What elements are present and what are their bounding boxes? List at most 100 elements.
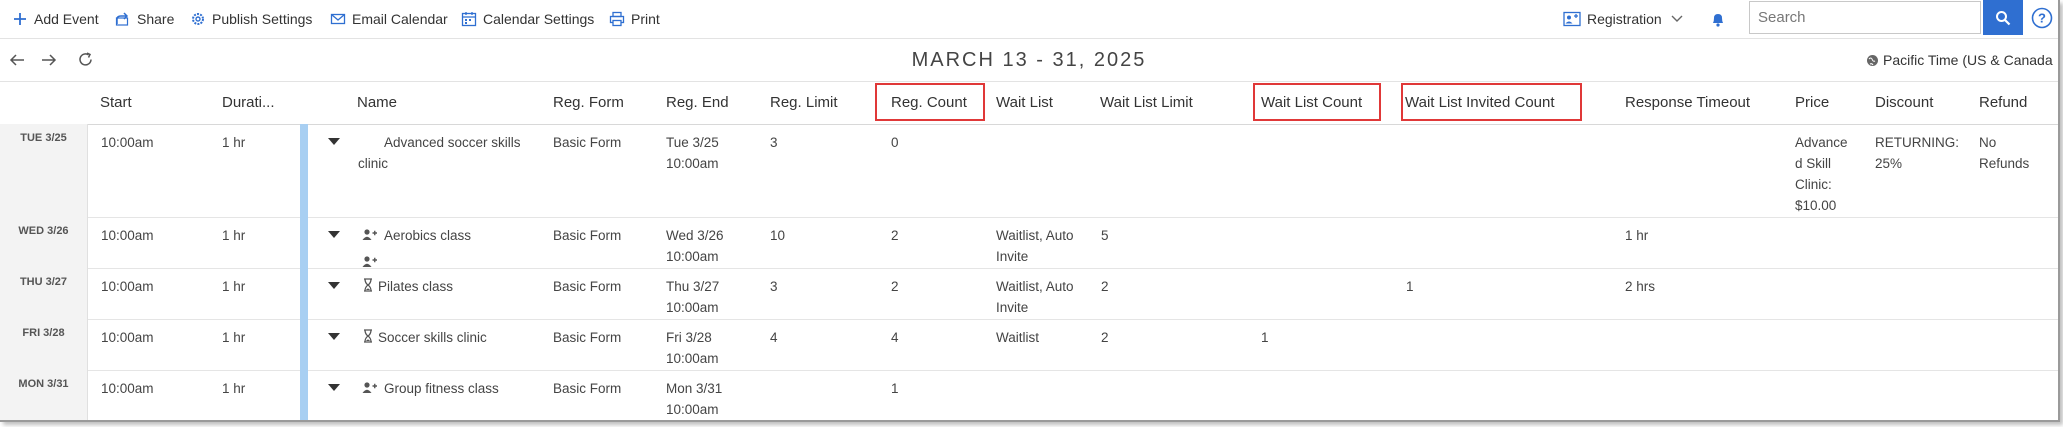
table-row[interactable]: WED 3/26 10:00am 1 hr Aerobics class Bas… xyxy=(0,217,2058,269)
col-discount[interactable]: Discount xyxy=(1875,82,1933,124)
reg-limit: 4 xyxy=(770,330,778,345)
wait-list-invited-count: 1 xyxy=(1406,279,1414,294)
col-reg-form[interactable]: Reg. Form xyxy=(553,82,624,124)
plus-icon xyxy=(14,13,26,25)
wait-list-count: 1 xyxy=(1261,330,1269,345)
calendar-settings-button[interactable]: Calendar Settings xyxy=(461,9,594,29)
wait-list-limit: 2 xyxy=(1101,330,1109,345)
printer-icon xyxy=(609,11,625,27)
bell-icon xyxy=(1713,14,1723,27)
start-time: 10:00am xyxy=(101,135,154,150)
start-time: 10:00am xyxy=(101,228,154,243)
reg-form: Basic Form xyxy=(553,330,622,345)
col-reg-end[interactable]: Reg. End xyxy=(666,82,729,124)
row-date: TUE 3/25 xyxy=(0,124,88,217)
highlight-wait-list-count xyxy=(1253,83,1381,121)
event-name[interactable]: Soccer skills clinic xyxy=(378,327,487,348)
print-button[interactable]: Print xyxy=(609,9,660,29)
col-refund[interactable]: Refund xyxy=(1979,82,2027,124)
search-input[interactable]: Search xyxy=(1749,1,1981,34)
start-time: 10:00am xyxy=(101,381,154,396)
person-add-icon xyxy=(362,229,377,240)
envelope-icon xyxy=(330,13,346,25)
reg-end-time: 10:00am xyxy=(666,156,719,171)
expand-caret-icon[interactable] xyxy=(328,384,340,391)
col-duration[interactable]: Durati... xyxy=(222,82,275,124)
event-name[interactable]: Advanced soccer skills xyxy=(384,132,521,153)
timezone-selector[interactable]: Pacific Time (US & Canada xyxy=(1866,52,2053,68)
response-timeout: 2 hrs xyxy=(1625,279,1656,294)
date-navigation-bar: MARCH 13 - 31, 2025 Pacific Time (US & C… xyxy=(0,39,2058,82)
toolbar: Add Event Share Publish Settings Email C… xyxy=(0,0,2058,39)
reg-end-time: 10:00am xyxy=(666,402,719,417)
registration-dropdown[interactable]: Registration xyxy=(1563,9,1690,29)
event-color-bar xyxy=(300,217,308,268)
table-row[interactable]: THU 3/27 10:00am 1 hr Pilates class Basi… xyxy=(0,268,2058,320)
search-icon xyxy=(1996,10,2011,25)
chevron-down-icon xyxy=(1671,15,1683,22)
share-label: Share xyxy=(137,11,175,27)
wait-list-limit: 5 xyxy=(1101,228,1109,243)
table-row[interactable]: FRI 3/28 10:00am 1 hr Soccer skills clin… xyxy=(0,319,2058,371)
col-wait-list-limit[interactable]: Wait List Limit xyxy=(1100,82,1193,124)
row-date: WED 3/26 xyxy=(0,217,88,268)
start-time: 10:00am xyxy=(101,330,154,345)
table-row[interactable]: MON 3/31 10:00am 1 hr Group fitness clas… xyxy=(0,370,2058,420)
reg-count: 1 xyxy=(891,381,899,396)
reg-form: Basic Form xyxy=(553,135,622,150)
calendar-settings-label: Calendar Settings xyxy=(483,11,595,27)
event-name[interactable]: Pilates class xyxy=(378,276,453,297)
wait-list-cont: Invite xyxy=(996,249,1029,264)
table-row[interactable]: TUE 3/25 10:00am 1 hr Advanced soccer sk… xyxy=(0,124,2058,267)
timezone-label: Pacific Time (US & Canada xyxy=(1883,52,2053,68)
reg-count: 4 xyxy=(891,330,899,345)
row-date: MON 3/31 xyxy=(0,370,88,420)
response-timeout: 1 hr xyxy=(1625,228,1649,243)
event-color-bar xyxy=(300,319,308,370)
expand-caret-icon[interactable] xyxy=(328,333,340,340)
event-name[interactable]: Aerobics class xyxy=(384,225,471,246)
reg-end-time: 10:00am xyxy=(666,300,719,315)
reg-limit: 3 xyxy=(770,279,778,294)
wait-list: Waitlist, Auto xyxy=(996,228,1074,243)
reg-count: 2 xyxy=(891,279,899,294)
expand-caret-icon[interactable] xyxy=(328,138,340,145)
share-button[interactable]: Share xyxy=(115,9,174,29)
gear-icon xyxy=(192,13,204,25)
reg-count: 0 xyxy=(891,135,899,150)
duration: 1 hr xyxy=(222,279,246,294)
duration: 1 hr xyxy=(222,135,246,150)
col-response-timeout[interactable]: Response Timeout xyxy=(1625,82,1750,124)
notifications-button[interactable] xyxy=(1711,9,1731,29)
reg-end-date: Wed 3/26 xyxy=(666,228,724,243)
expand-caret-icon[interactable] xyxy=(328,282,340,289)
row-date: THU 3/27 xyxy=(0,268,88,319)
add-event-label: Add Event xyxy=(34,11,99,27)
reg-limit: 10 xyxy=(770,228,786,243)
event-name[interactable]: Group fitness class xyxy=(384,378,499,399)
help-button[interactable]: ? xyxy=(2031,7,2053,29)
col-name[interactable]: Name xyxy=(357,82,397,124)
calendar-window: Add Event Share Publish Settings Email C… xyxy=(0,0,2060,422)
hourglass-icon xyxy=(364,278,372,292)
col-reg-limit[interactable]: Reg. Limit xyxy=(770,82,838,124)
reg-form: Basic Form xyxy=(553,228,622,243)
email-calendar-button[interactable]: Email Calendar xyxy=(330,9,448,29)
start-time: 10:00am xyxy=(101,279,154,294)
col-start[interactable]: Start xyxy=(100,82,132,124)
globe-icon xyxy=(1867,54,1878,66)
event-name-cont[interactable]: clinic xyxy=(358,153,388,174)
add-event-button[interactable]: Add Event xyxy=(12,9,99,29)
col-wait-list[interactable]: Wait List xyxy=(996,82,1053,124)
reg-end-date: Tue 3/25 xyxy=(666,135,719,150)
price-line-1: Advance xyxy=(1795,135,1848,150)
expand-caret-icon[interactable] xyxy=(328,231,340,238)
col-price[interactable]: Price xyxy=(1795,82,1829,124)
search-button[interactable] xyxy=(1983,0,2023,35)
event-color-bar xyxy=(300,124,308,217)
event-color-bar xyxy=(300,370,308,420)
duration: 1 hr xyxy=(222,228,246,243)
date-range-title: MARCH 13 - 31, 2025 xyxy=(911,49,1147,71)
event-color-bar xyxy=(300,268,308,319)
publish-settings-button[interactable]: Publish Settings xyxy=(190,9,312,29)
